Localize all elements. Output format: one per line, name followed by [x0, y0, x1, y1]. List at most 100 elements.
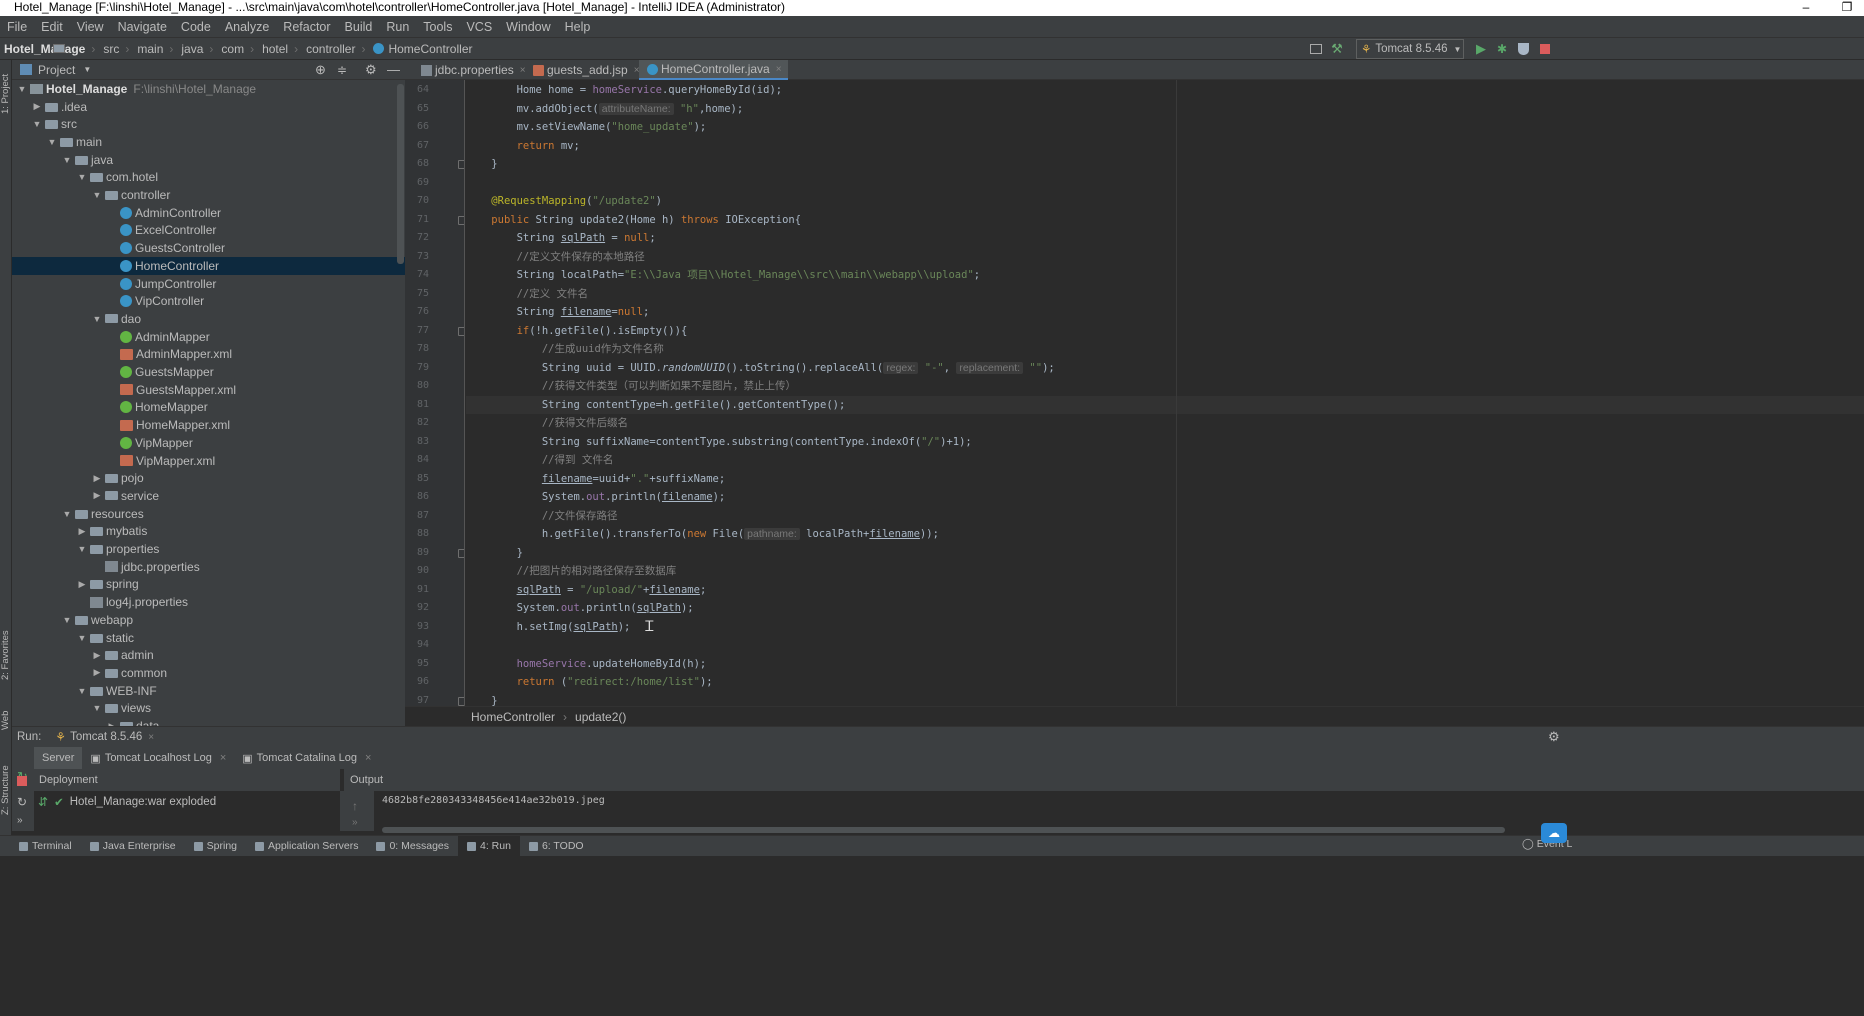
menu-vcs[interactable]: VCS: [459, 16, 499, 38]
collapsed-arrow-icon[interactable]: ▶: [91, 473, 103, 484]
nav-project[interactable]: Hotel_Manage ›: [0, 42, 99, 56]
tree-item[interactable]: jdbc.properties: [12, 558, 405, 576]
run-tab[interactable]: ▣ Tomcat Localhost Log ×: [82, 747, 234, 769]
code-line[interactable]: mv.setViewName("home_update");: [466, 118, 1864, 137]
close-icon[interactable]: ×: [365, 752, 371, 764]
code-line[interactable]: //得到 文件名: [466, 451, 1864, 470]
tree-item[interactable]: ▼ controller: [12, 186, 405, 204]
expanded-arrow-icon[interactable]: ▼: [91, 314, 103, 324]
collapsed-arrow-icon[interactable]: ▶: [91, 667, 103, 678]
code-line[interactable]: if(!h.getFile().isEmpty()){: [466, 322, 1864, 341]
code-editor[interactable]: Home home = homeService.queryHomeById(id…: [466, 80, 1864, 706]
code-line[interactable]: public String update2(Home h) throws IOE…: [466, 211, 1864, 230]
tree-item[interactable]: GuestsController: [12, 239, 405, 257]
run-tab[interactable]: ▣ Tomcat Catalina Log ×: [234, 747, 379, 769]
tree-item[interactable]: ▶ spring: [12, 576, 405, 594]
code-line[interactable]: sqlPath = "/upload/"+filename;: [466, 581, 1864, 600]
code-line[interactable]: filename=uuid+"."+suffixName;: [466, 470, 1864, 489]
menu-edit[interactable]: Edit: [34, 16, 70, 38]
menu-tools[interactable]: Tools: [416, 16, 459, 38]
code-line[interactable]: Home home = homeService.queryHomeById(id…: [466, 81, 1864, 100]
build-hammer-icon[interactable]: ⚒: [1328, 40, 1346, 58]
code-line[interactable]: return mv;: [466, 137, 1864, 156]
code-line[interactable]: String uuid = UUID.randomUUID().toString…: [466, 359, 1864, 378]
tree-item[interactable]: AdminMapper.xml: [12, 346, 405, 364]
code-line[interactable]: System.out.println(filename);: [466, 488, 1864, 507]
collapse-all-icon[interactable]: ≑: [337, 63, 347, 77]
run-tab[interactable]: Server: [34, 747, 83, 769]
web-tool-tab[interactable]: Web: [0, 705, 12, 735]
tree-item[interactable]: ▼ webapp: [12, 611, 405, 629]
maximize-button[interactable]: ❐: [1836, 0, 1858, 15]
menu-navigate[interactable]: Navigate: [111, 16, 174, 38]
tree-item[interactable]: ExcelController: [12, 222, 405, 240]
tree-item[interactable]: VipMapper.xml: [12, 452, 405, 470]
bottom-tool-0-messages[interactable]: 0: Messages: [367, 836, 458, 857]
collapsed-arrow-icon[interactable]: ▶: [91, 490, 103, 501]
close-icon[interactable]: ×: [776, 64, 782, 75]
tree-item[interactable]: ▼ views: [12, 700, 405, 718]
bottom-tool-spring[interactable]: Spring: [185, 836, 246, 857]
code-line[interactable]: [466, 636, 1864, 655]
debug-icon[interactable]: ✱: [1493, 40, 1511, 58]
collapsed-arrow-icon[interactable]: ▶: [31, 101, 43, 112]
tree-item[interactable]: ▶ admin: [12, 646, 405, 664]
expanded-arrow-icon[interactable]: ▼: [61, 615, 73, 625]
tree-item[interactable]: AdminMapper: [12, 328, 405, 346]
expanded-arrow-icon[interactable]: ▼: [61, 509, 73, 519]
code-line[interactable]: String localPath="E:\\Java 项目\\Hotel_Man…: [466, 266, 1864, 285]
code-line[interactable]: //获得文件类型（可以判断如果不是图片，禁止上传）: [466, 377, 1864, 396]
tree-item[interactable]: ▼ com.hotel: [12, 169, 405, 187]
tree-item[interactable]: HomeController: [12, 257, 405, 275]
code-line[interactable]: //文件保存路径: [466, 507, 1864, 526]
code-line[interactable]: [466, 174, 1864, 193]
tree-item[interactable]: VipController: [12, 292, 405, 310]
expanded-arrow-icon[interactable]: ▼: [91, 703, 103, 713]
tree-item[interactable]: ▼ resources: [12, 505, 405, 523]
fold-marker-icon[interactable]: [458, 215, 464, 225]
nav-crumb-hotel[interactable]: hotel ›: [53, 42, 302, 56]
project-view-select[interactable]: Project: [38, 63, 75, 77]
tree-item[interactable]: ▼ properties: [12, 540, 405, 558]
tree-item[interactable]: JumpController: [12, 275, 405, 293]
expand-icon[interactable]: »: [17, 815, 23, 826]
menu-analyze[interactable]: Analyze: [218, 16, 276, 38]
tree-item[interactable]: ▼ main: [12, 133, 405, 151]
nav-crumb-java[interactable]: java ›: [53, 42, 217, 56]
expanded-arrow-icon[interactable]: ▼: [61, 155, 73, 165]
tree-item[interactable]: ▼ Hotel_Manage F:\linshi\Hotel_Manage: [12, 80, 405, 98]
bottom-tool-6-todo[interactable]: 6: TODO: [520, 836, 593, 857]
menu-window[interactable]: Window: [499, 16, 557, 38]
tree-item[interactable]: ▼ WEB-INF: [12, 682, 405, 700]
editor-tab[interactable]: HomeController.java ×: [639, 60, 788, 80]
expanded-arrow-icon[interactable]: ▼: [76, 544, 88, 554]
menu-run[interactable]: Run: [379, 16, 416, 38]
locate-icon[interactable]: ⊕: [315, 62, 326, 78]
project-structure-icon[interactable]: [1307, 40, 1325, 58]
tree-item[interactable]: ▶ service: [12, 487, 405, 505]
tree-item[interactable]: HomeMapper.xml: [12, 416, 405, 434]
code-line[interactable]: //定义文件保存的本地路径: [466, 248, 1864, 267]
tree-item[interactable]: ▶data: [12, 717, 405, 726]
expanded-arrow-icon[interactable]: ▼: [91, 190, 103, 200]
expanded-arrow-icon[interactable]: ▼: [31, 119, 43, 129]
code-line[interactable]: }: [466, 692, 1864, 707]
breadcrumb-class[interactable]: HomeController: [471, 710, 555, 724]
code-line[interactable]: }: [466, 155, 1864, 174]
tree-item[interactable]: ▼ static: [12, 629, 405, 647]
bottom-tool-terminal[interactable]: Terminal: [10, 836, 81, 857]
update-icon[interactable]: ↻: [17, 795, 27, 809]
tree-item[interactable]: ▶ .idea: [12, 98, 405, 116]
code-line[interactable]: return ("redirect:/home/list");: [466, 673, 1864, 692]
code-line[interactable]: String filename=null;: [466, 303, 1864, 322]
breadcrumb-method[interactable]: update2(): [575, 710, 626, 724]
editor-tab[interactable]: guests_add.jsp ×: [525, 60, 646, 80]
gear-icon[interactable]: ⚙: [365, 62, 377, 78]
bottom-tool-application-servers[interactable]: Application Servers: [246, 836, 367, 857]
minimize-button[interactable]: –: [1795, 0, 1817, 15]
expanded-arrow-icon[interactable]: ▼: [76, 686, 88, 696]
tree-item[interactable]: GuestsMapper: [12, 363, 405, 381]
nav-file[interactable]: HomeController: [369, 42, 476, 56]
scroll-up-icon[interactable]: ↑: [352, 799, 358, 813]
run-icon[interactable]: ▶: [1472, 40, 1490, 58]
